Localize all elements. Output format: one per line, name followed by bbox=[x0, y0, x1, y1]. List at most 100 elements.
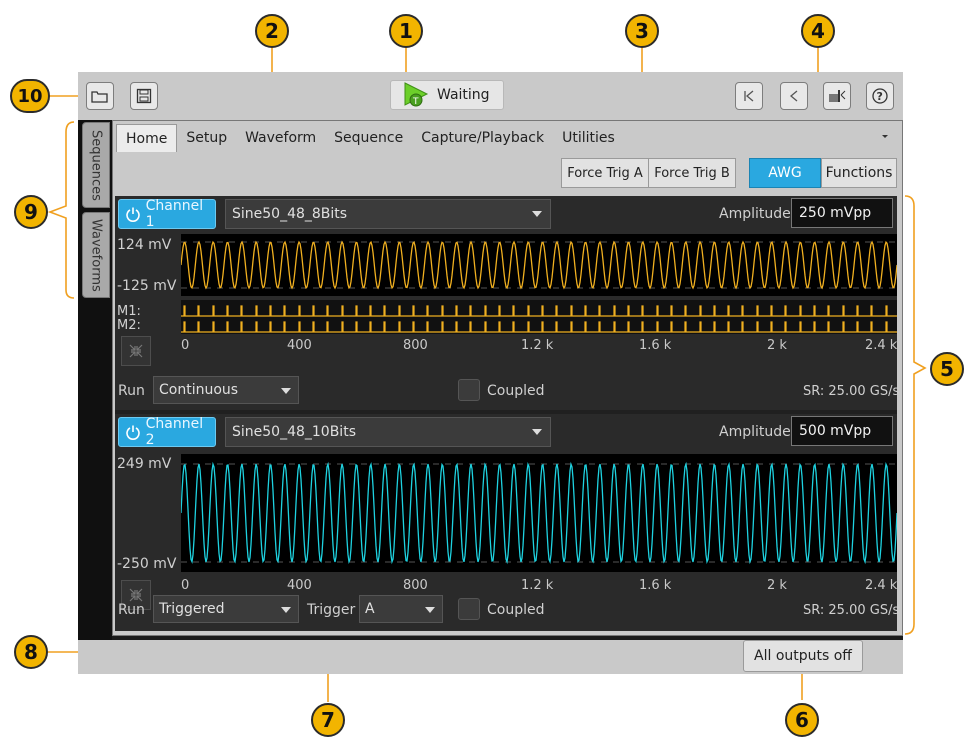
channel-1-coupled-checkbox[interactable] bbox=[458, 379, 480, 401]
channel-1-marker1-label: M1: bbox=[117, 304, 141, 319]
all-outputs-off-button[interactable]: All outputs off bbox=[743, 640, 863, 672]
tab-waveform[interactable]: Waveform bbox=[236, 124, 325, 152]
channel-2-run-label: Run bbox=[118, 602, 145, 618]
x-tick-label: 2.4 k bbox=[865, 338, 898, 353]
x-tick-label: 1.6 k bbox=[639, 338, 672, 353]
channel-1-coupled-label: Coupled bbox=[487, 383, 545, 399]
tab-setup[interactable]: Setup bbox=[177, 124, 236, 152]
side-tab-waveforms[interactable]: Waveforms bbox=[82, 212, 110, 298]
channel-2-trigger-dropdown[interactable]: A bbox=[359, 595, 443, 623]
help-icon: ? bbox=[872, 88, 888, 104]
channel-2-ymax-label: 249 mV bbox=[117, 456, 172, 472]
save-icon bbox=[136, 88, 152, 104]
status-label: Waiting bbox=[437, 87, 490, 103]
channel-1-marker-trace bbox=[181, 305, 897, 333]
x-tick-label: 1.2 k bbox=[521, 578, 554, 593]
top-toolbar: T Waiting ? bbox=[78, 72, 903, 120]
sequence-step-button[interactable] bbox=[823, 82, 851, 110]
awg-mode-button[interactable]: AWG bbox=[749, 158, 821, 188]
side-tab-strip: Sequences Waveforms bbox=[78, 120, 112, 640]
callout-9: 9 bbox=[14, 195, 48, 229]
callout-3: 3 bbox=[625, 14, 659, 48]
x-tick-label: 2 k bbox=[767, 338, 787, 353]
svg-text:?: ? bbox=[877, 90, 883, 103]
channel-2-waveform-dropdown[interactable]: Sine50_48_10Bits bbox=[225, 417, 551, 447]
channel-2-ymin-label: -250 mV bbox=[117, 556, 177, 572]
channel-1-waveform-dropdown[interactable]: Sine50_48_8Bits bbox=[225, 199, 551, 229]
sine-trace bbox=[180, 461, 898, 565]
step-back-icon bbox=[789, 90, 798, 102]
collapse-icon bbox=[129, 344, 143, 358]
x-tick-label: 1.2 k bbox=[521, 338, 554, 353]
channel-2-button[interactable]: Channel 2 bbox=[118, 416, 216, 448]
x-tick-label: 2.4 k bbox=[865, 578, 898, 593]
callout-1: 1 bbox=[389, 14, 423, 48]
callout-8: 8 bbox=[14, 635, 48, 669]
callout-5: 5 bbox=[930, 352, 964, 386]
channel-2-coupled-label: Coupled bbox=[487, 602, 545, 618]
x-tick-label: 400 bbox=[287, 578, 312, 593]
x-tick-label: 800 bbox=[403, 578, 428, 593]
help-button[interactable]: ? bbox=[866, 82, 894, 110]
tab-capture-playback[interactable]: Capture/Playback bbox=[412, 124, 553, 152]
channel-1-waveform-trace bbox=[180, 240, 898, 290]
channel-1-zoom-button[interactable] bbox=[121, 336, 151, 366]
callout-4: 4 bbox=[801, 14, 835, 48]
functions-mode-button[interactable]: Functions bbox=[821, 158, 897, 188]
callout-10: 10 bbox=[10, 79, 50, 113]
force-trig-a-button[interactable]: Force Trig A bbox=[561, 158, 649, 188]
callout-2: 2 bbox=[255, 14, 289, 48]
save-button[interactable] bbox=[130, 82, 158, 110]
channel-2-coupled-checkbox[interactable] bbox=[458, 598, 480, 620]
channel-1-marker-plot bbox=[181, 300, 897, 334]
tab-utilities[interactable]: Utilities bbox=[553, 124, 624, 152]
open-folder-button[interactable] bbox=[86, 82, 114, 110]
skip-to-start-icon bbox=[744, 90, 754, 102]
awg-app-window: T Waiting ? Sequences Waveforms Home Set… bbox=[78, 72, 903, 674]
callout-7: 7 bbox=[311, 703, 345, 737]
run-status-button[interactable]: T Waiting bbox=[390, 80, 504, 110]
channel-2-waveform-trace bbox=[180, 461, 898, 565]
channel-1-sample-rate: SR: 25.00 GS/s bbox=[803, 384, 900, 399]
channel-1-amplitude-input[interactable]: 250 mVpp bbox=[791, 198, 893, 228]
channel-1-ymax-label: 124 mV bbox=[117, 237, 172, 253]
channel-2-x-axis: 0 400 800 1.2 k 1.6 k 2 k 2.4 k bbox=[181, 578, 897, 594]
channel-2-label: Channel 2 bbox=[145, 416, 204, 448]
channel-1-button[interactable]: Channel 1 bbox=[118, 198, 216, 230]
force-trig-b-button[interactable]: Force Trig B bbox=[648, 158, 736, 188]
power-icon bbox=[126, 207, 140, 222]
power-icon bbox=[126, 425, 140, 440]
channel-2-amplitude-input[interactable]: 500 mVpp bbox=[791, 416, 893, 446]
side-tab-sequences[interactable]: Sequences bbox=[82, 122, 110, 208]
channel-1-x-axis: 0 400 800 1.2 k 1.6 k 2 k 2.4 k bbox=[181, 338, 897, 354]
jump-to-start-button[interactable] bbox=[735, 82, 763, 110]
channel-1-run-mode-dropdown[interactable]: Continuous bbox=[153, 376, 299, 404]
channel-2-amplitude-label: Amplitude bbox=[719, 424, 791, 440]
step-back-button[interactable] bbox=[780, 82, 808, 110]
x-tick-label: 0 bbox=[181, 578, 190, 593]
tab-overflow-icon[interactable] bbox=[881, 134, 889, 140]
channel-1-ymin-label: -125 mV bbox=[117, 278, 177, 294]
tab-sequence[interactable]: Sequence bbox=[325, 124, 412, 152]
channel-1-run-mode-value: Continuous bbox=[159, 382, 239, 398]
side-tab-waveforms-label: Waveforms bbox=[88, 218, 104, 292]
marker-pulse-trace bbox=[181, 305, 897, 317]
svg-text:T: T bbox=[412, 97, 419, 107]
channel-2-run-mode-dropdown[interactable]: Triggered bbox=[153, 595, 299, 623]
channel-2-waveform-plot[interactable] bbox=[180, 454, 898, 572]
main-panel: Sequences Waveforms Home Setup Waveform … bbox=[78, 120, 903, 640]
channel-1-marker2-label: M2: bbox=[117, 318, 141, 333]
channel-2-trigger-value: A bbox=[365, 601, 375, 617]
channel-1-label: Channel 1 bbox=[145, 198, 204, 230]
folder-icon bbox=[91, 91, 108, 103]
channel-2-waveform-value: Sine50_48_10Bits bbox=[232, 424, 356, 440]
x-tick-label: 400 bbox=[287, 338, 312, 353]
channel-2-trigger-label: Trigger bbox=[307, 602, 356, 618]
x-tick-label: 1.6 k bbox=[639, 578, 672, 593]
channel-1-waveform-plot[interactable] bbox=[180, 234, 898, 296]
channel-1-run-label: Run bbox=[118, 383, 145, 399]
x-tick-label: 800 bbox=[403, 338, 428, 353]
tab-home[interactable]: Home bbox=[116, 124, 178, 152]
side-tab-sequences-label: Sequences bbox=[88, 129, 104, 201]
sine-trace bbox=[180, 240, 898, 290]
